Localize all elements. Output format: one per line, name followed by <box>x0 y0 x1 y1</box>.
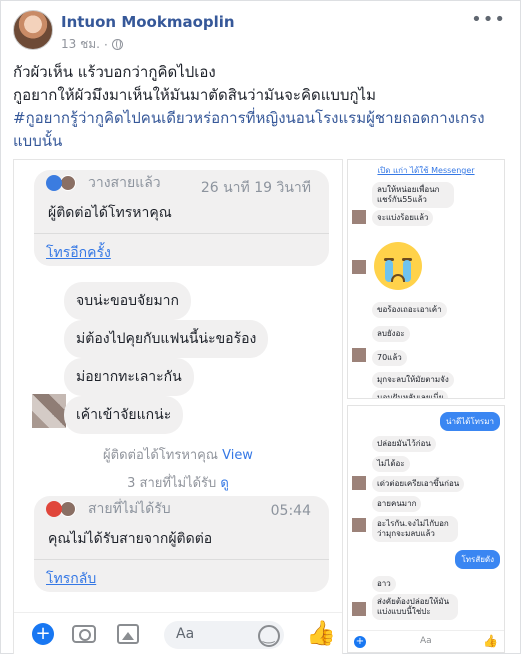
view-link[interactable]: View <box>222 448 253 463</box>
sender-avatar-blurred <box>352 476 366 490</box>
message-bubble: เด่วต่อยเครียเอาขึ้นก่อน <box>372 476 465 492</box>
message-bubble: ลบให้หน่อยเพื่อนกแชร์กัน55แล้ว <box>372 182 454 208</box>
post-line-1: กัวผัวเห็น แร้วบอกว่ากูคิดไปเอง <box>13 63 216 81</box>
call-duration: 26 นาที 19 วินาที <box>200 180 311 196</box>
chat-screenshot-left[interactable]: วางสายแล้ว 26 นาที 19 วินาที ผู้ติดต่อได… <box>13 159 343 654</box>
mouth-shape <box>391 274 405 282</box>
sender-avatar-blurred <box>352 518 366 532</box>
message-input[interactable]: Aa <box>420 636 432 646</box>
plus-icon[interactable]: + <box>354 636 366 648</box>
message-bubble: ม่ต้องไปคุยกับแฟนนี้น่ะขอร้อง <box>64 320 269 358</box>
message-bubble: มุกจะลบให้มัยตามจัง <box>372 372 454 388</box>
sender-avatar-blurred <box>352 602 366 616</box>
message-bubble: ไม่ได้อะ <box>372 456 410 472</box>
call-title: คุณไม่ได้รับสายจากผู้ติดต่อ <box>48 531 213 547</box>
thumbs-up-icon[interactable]: 👍 <box>306 619 336 647</box>
hashtag-link[interactable]: #กูอยากรู้ว่ากูคิดไปคนเดียวหร่อการที่หญิ… <box>13 109 485 150</box>
call-status: วางสายแล้ว <box>88 175 161 191</box>
sent-message-bubble: น่าดีได้โทรมา <box>439 412 500 431</box>
sent-message-bubble: โทรสัยดัง <box>455 550 500 569</box>
note-text: 3 สายที่ไม่ได้รับ <box>127 476 217 491</box>
call-card-missed: สายที่ไม่ได้รับ 05:44 คุณไม่ได้รับสายจาก… <box>34 496 329 592</box>
message-composer: + Aa 👍 <box>348 630 504 652</box>
message-bubble: อายคนมาก <box>372 496 422 512</box>
messenger-header[interactable]: เปิด แก่า ได้ใช้ Messenger <box>348 160 504 177</box>
message-bubble: ปล่อยมันไว้ก่อน <box>372 436 436 452</box>
message-bubble: ม่อยากทะเลาะกัน <box>64 358 194 396</box>
missed-call-note: ผู้ติดต่อได้โทรหาคุณ View <box>14 444 342 465</box>
globe-icon[interactable] <box>111 39 123 50</box>
camera-icon[interactable] <box>72 625 96 643</box>
missed-calls-count-note: 3 สายที่ไม่ได้รับ ดู <box>14 472 342 493</box>
phone-icon <box>46 175 62 191</box>
call-title: ผู้ติดต่อได้โทรหาคุณ <box>48 205 172 221</box>
call-card-ended: วางสายแล้ว 26 นาที 19 วินาที ผู้ติดต่อได… <box>34 170 329 266</box>
post-meta: 13 ชม. · <box>61 35 123 54</box>
message-composer: + Aa 👍 <box>14 612 342 654</box>
call-again-link[interactable]: โทรอีกครั้ง <box>34 242 329 264</box>
more-dots-icon[interactable]: ••• <box>471 9 506 30</box>
post-time[interactable]: 13 ชม. <box>61 35 100 54</box>
note-text: ผู้ติดต่อได้โทรหาคุณ <box>103 448 218 463</box>
sender-avatar-blurred <box>32 394 66 428</box>
call-status: สายที่ไม่ได้รับ <box>88 501 171 517</box>
sender-avatar-blurred <box>352 210 366 224</box>
image-icon[interactable] <box>117 624 139 644</box>
card-divider <box>34 233 329 234</box>
message-bubble: ขอร้องเถอะเอาเค้า <box>372 302 447 318</box>
call-back-link[interactable]: โทรกลับ <box>34 568 329 590</box>
mini-avatar <box>60 501 76 517</box>
facebook-post: Intuon Mookmaoplin 13 ชม. · ••• กัวผัวเห… <box>0 0 521 654</box>
call-time: 05:44 <box>270 503 311 519</box>
meta-separator: · <box>103 37 108 52</box>
missed-phone-icon <box>46 501 62 517</box>
sender-avatar-blurred <box>352 348 366 362</box>
thumbs-up-icon[interactable]: 👍 <box>483 634 498 648</box>
message-bubble: เค้าเข้าจัยแกน่ะ <box>64 396 184 434</box>
author-avatar[interactable] <box>13 10 53 50</box>
plus-icon[interactable]: + <box>32 623 54 645</box>
message-bubble: จะแบ่งร้อยแล้ว <box>372 210 434 226</box>
card-divider <box>34 559 329 560</box>
message-bubble: อะไรกัน.จงไม่ไกับอกว่ามุกจะมลบแล้ว <box>372 516 458 542</box>
chat-screenshot-right-bottom[interactable]: น่าดีได้โทรมา ปล่อยมันไว้ก่อน ไม่ได้อะ เ… <box>347 405 505 653</box>
message-bubble: ลบยังอะ <box>372 326 410 342</box>
emoji-icon[interactable] <box>258 625 280 647</box>
see-link[interactable]: ดู <box>220 476 228 491</box>
message-bubble: 70แล้ว <box>372 350 407 366</box>
crying-face-icon <box>374 242 422 290</box>
post-text: กัวผัวเห็น แร้วบอกว่ากูคิดไปเอง กูอยากให… <box>13 61 511 153</box>
message-bubble: จบน่ะขอบจัยมาก <box>64 282 192 320</box>
message-bubble: นอนฝันหลับเลยเนี่ย <box>372 390 449 398</box>
message-bubble: อาว <box>372 576 396 592</box>
post-line-2: กูอยากให้ผัวมึงมาเห็นให้มันมาตัดสินว่ามั… <box>13 86 376 104</box>
mini-avatar <box>60 175 76 191</box>
chat-screenshot-right-top[interactable]: เปิด แก่า ได้ใช้ Messenger ลบให้หน่อยเพื… <box>347 159 505 399</box>
message-bubble: ส่งคัยต้องปล่อยให้มันแบ่งแบบนี้ใช่ปะ <box>372 594 458 620</box>
sender-avatar-blurred <box>352 260 366 274</box>
author-name[interactable]: Intuon Mookmaoplin <box>61 13 235 31</box>
